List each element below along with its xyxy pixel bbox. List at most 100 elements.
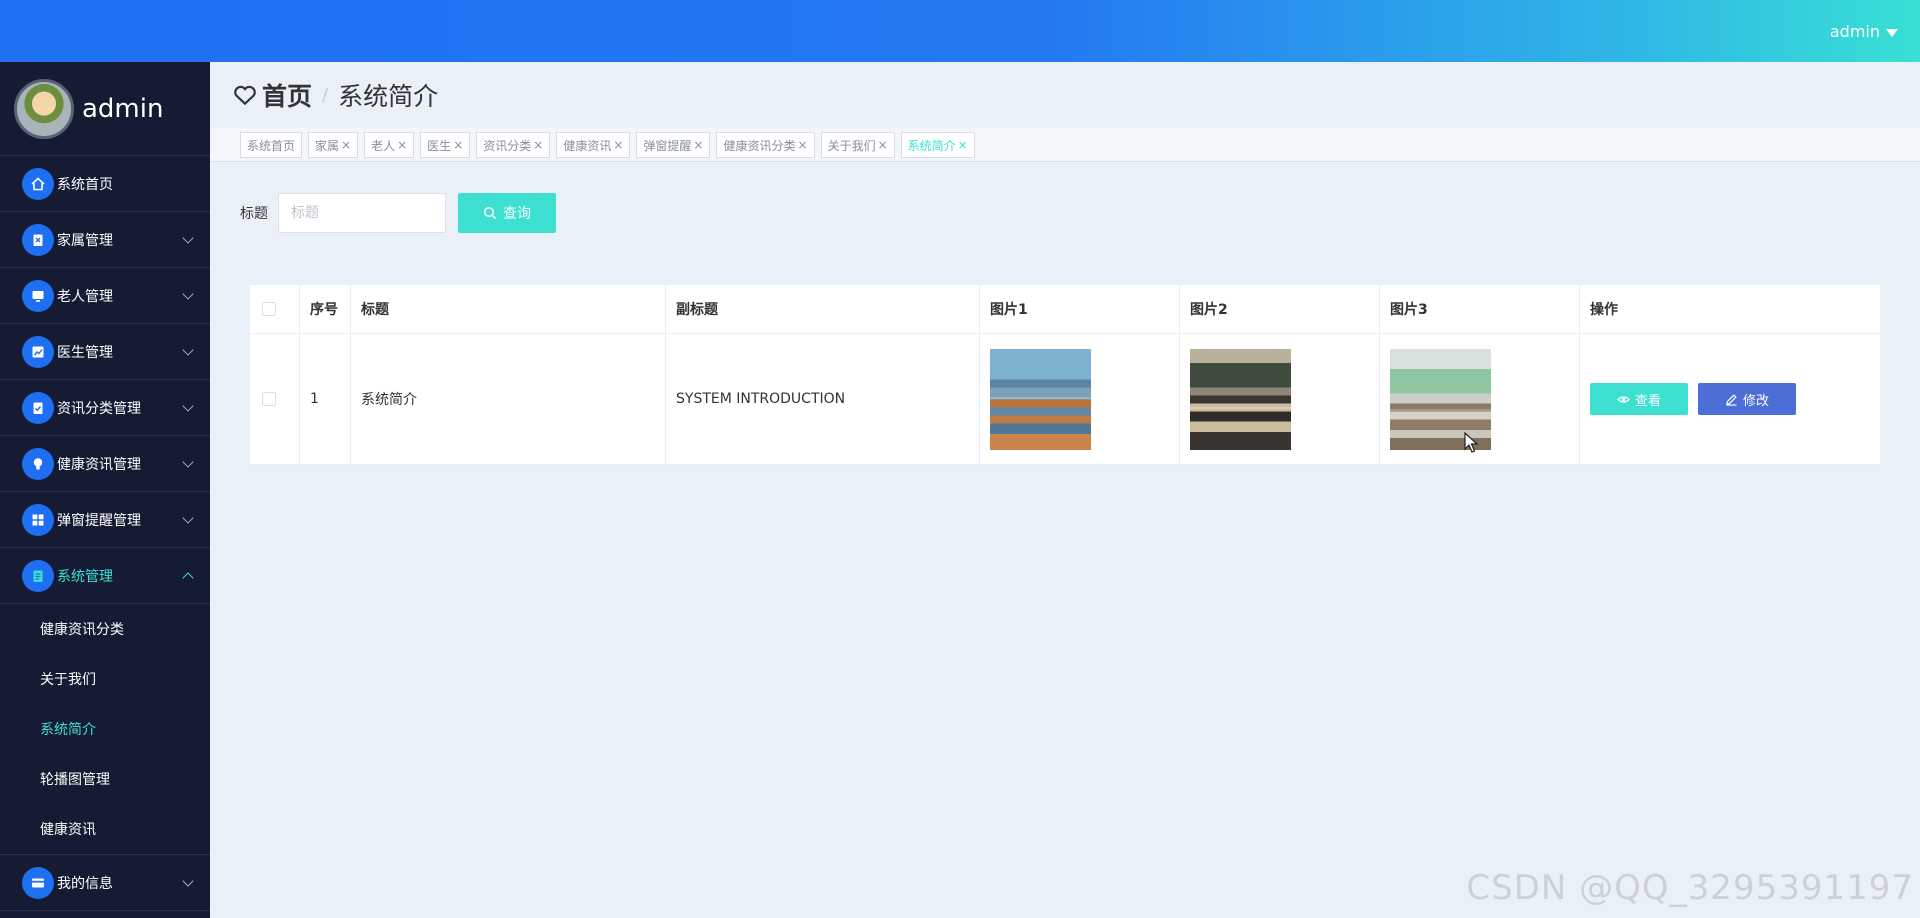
chevron-down-icon <box>182 875 194 887</box>
search-icon <box>483 206 497 220</box>
submenu-item-about-us[interactable]: 关于我们 <box>0 654 210 704</box>
profile-name: admin <box>82 93 164 124</box>
tag-label: 资讯分类 <box>483 138 532 153</box>
tag-label: 关于我们 <box>827 138 876 153</box>
sidebar-item-label: 医生管理 <box>57 344 113 361</box>
sidebar: admin 系统首页 家属管理 老人管理 医生管理 资讯分类管理 健康资讯管理 … <box>0 62 210 918</box>
tag-elderly[interactable]: 老人 × <box>364 132 415 158</box>
sidebar-item-system[interactable]: 系统管理 <box>0 548 210 604</box>
tag-doctor[interactable]: 医生 × <box>420 132 471 158</box>
close-icon[interactable]: × <box>453 138 463 152</box>
row-title: 系统简介 <box>351 334 666 464</box>
heart-icon <box>232 82 258 108</box>
page-title: 系统简介 <box>338 82 439 111</box>
table-row: 1 系统简介 SYSTEM INTRODUCTION 查看 修改 <box>250 334 1880 465</box>
sidebar-item-elderly[interactable]: 老人管理 <box>0 268 210 324</box>
mouse-cursor-icon <box>1464 432 1479 453</box>
tag-label: 家属 <box>315 138 340 153</box>
tag-health-news-category[interactable]: 健康资讯分类 × <box>716 132 815 158</box>
select-all-cell <box>250 285 300 333</box>
sidebar-item-family[interactable]: 家属管理 <box>0 212 210 268</box>
close-icon[interactable]: × <box>341 138 351 152</box>
column-header: 序号 <box>300 285 351 333</box>
chevron-down-icon <box>182 456 194 468</box>
sidebar-item-label: 健康资讯管理 <box>57 456 141 473</box>
tag-system-home[interactable]: 系统首页 <box>240 132 303 158</box>
submenu-item-health-news[interactable]: 健康资讯 <box>0 804 210 854</box>
grid-icon <box>22 503 54 536</box>
row-checkbox[interactable] <box>262 392 276 406</box>
tag-label: 系统首页 <box>247 138 296 153</box>
edit-icon <box>1725 393 1737 406</box>
table-header-row: 序号 标题 副标题 图片1 图片2 图片3 操作 <box>250 285 1880 334</box>
search-label: 标题 <box>240 206 268 222</box>
sidebar-item-label: 资讯分类管理 <box>57 400 141 417</box>
close-icon[interactable]: × <box>798 138 808 152</box>
close-icon[interactable]: × <box>958 138 968 152</box>
column-header: 操作 <box>1590 302 1618 318</box>
top-bar: admin <box>0 0 1920 62</box>
data-table: 序号 标题 副标题 图片1 图片2 图片3 操作 1 系统简介 SYSTEM I… <box>250 285 1880 465</box>
close-icon[interactable]: × <box>397 138 407 152</box>
submenu-item-carousel[interactable]: 轮播图管理 <box>0 754 210 804</box>
close-icon[interactable]: × <box>613 138 623 152</box>
sidebar-item-popup-reminder[interactable]: 弹窗提醒管理 <box>0 492 210 548</box>
chevron-down-icon <box>182 400 194 412</box>
card-icon <box>22 866 54 899</box>
system-submenu: 健康资讯分类 关于我们 系统简介 轮播图管理 健康资讯 <box>0 604 210 855</box>
eye-icon <box>1617 395 1630 403</box>
user-name: admin <box>1829 22 1880 41</box>
select-all-checkbox[interactable] <box>262 302 276 316</box>
tag-news-category[interactable]: 资讯分类 × <box>476 132 551 158</box>
chevron-up-icon <box>182 572 194 584</box>
sidebar-item-label: 老人管理 <box>57 288 113 305</box>
tag-label: 老人 <box>371 138 396 153</box>
close-icon[interactable]: × <box>693 138 703 152</box>
column-header: 图片1 <box>980 285 1180 333</box>
breadcrumb-home[interactable]: 首页 <box>262 77 312 113</box>
tag-family[interactable]: 家属 × <box>308 132 359 158</box>
sidebar-item-label: 系统首页 <box>57 176 113 193</box>
sidebar-item-home[interactable]: 系统首页 <box>0 156 210 212</box>
clipboard-icon <box>22 223 54 256</box>
bulb-icon <box>22 447 54 480</box>
chevron-down-icon <box>182 232 194 244</box>
monitor-icon <box>22 279 54 312</box>
tag-popup-reminder[interactable]: 弹窗提醒 × <box>636 132 711 158</box>
row-subtitle: SYSTEM INTRODUCTION <box>666 334 980 464</box>
row-index: 1 <box>300 334 351 464</box>
close-icon[interactable]: × <box>878 138 888 152</box>
breadcrumb: 首页 / 系统简介 <box>210 62 1920 128</box>
tag-label: 健康资讯 <box>563 138 612 153</box>
submenu-item-system-intro[interactable]: 系统简介 <box>0 704 210 754</box>
sidebar-item-doctor[interactable]: 医生管理 <box>0 324 210 380</box>
sidebar-item-health-news[interactable]: 健康资讯管理 <box>0 436 210 492</box>
user-menu[interactable]: admin <box>1830 22 1898 41</box>
classroom-image-2[interactable] <box>1190 348 1291 450</box>
sidebar-item-news-category[interactable]: 资讯分类管理 <box>0 380 210 436</box>
chevron-down-icon <box>182 288 194 300</box>
chevron-down-icon <box>182 344 194 356</box>
column-header: 标题 <box>351 285 666 333</box>
view-button[interactable]: 查看 <box>1590 383 1688 415</box>
tag-label: 弹窗提醒 <box>643 138 692 153</box>
edit-button[interactable]: 修改 <box>1698 383 1796 415</box>
document-icon <box>22 559 54 592</box>
sidebar-item-my-info[interactable]: 我的信息 <box>0 855 210 911</box>
tag-system-intro[interactable]: 系统简介 × <box>900 132 975 158</box>
classroom-image-1[interactable] <box>990 348 1091 450</box>
caret-down-icon <box>1886 28 1898 37</box>
submenu-item-health-category[interactable]: 健康资讯分类 <box>0 604 210 654</box>
sidebar-item-label: 家属管理 <box>57 232 113 249</box>
chart-icon <box>22 335 54 368</box>
search-form: 标题 查询 <box>240 193 556 233</box>
tag-about-us[interactable]: 关于我们 × <box>820 132 895 158</box>
image3-cell <box>1380 334 1580 464</box>
tag-health-news[interactable]: 健康资讯 × <box>556 132 631 158</box>
sidebar-item-label: 系统管理 <box>57 568 113 585</box>
search-button[interactable]: 查询 <box>458 193 556 233</box>
search-input[interactable] <box>278 193 446 233</box>
avatar <box>14 78 74 139</box>
tag-label: 系统简介 <box>907 138 956 153</box>
close-icon[interactable]: × <box>533 138 543 152</box>
